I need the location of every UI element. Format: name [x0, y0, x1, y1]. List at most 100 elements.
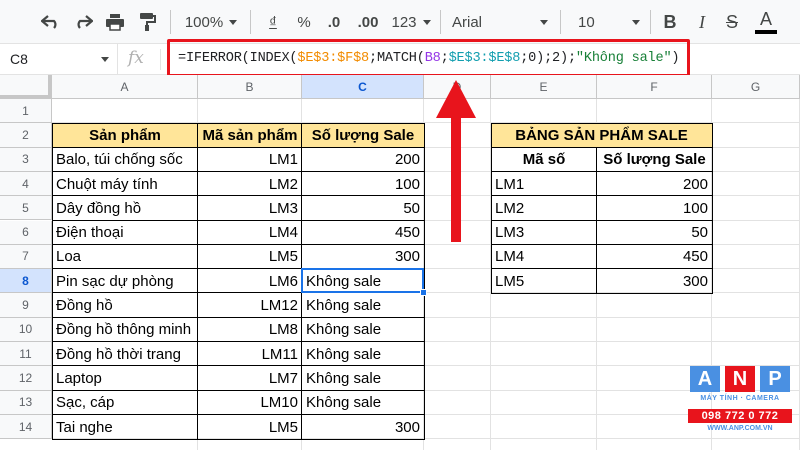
- row-header-7[interactable]: 7: [0, 244, 52, 270]
- italic-button[interactable]: I: [690, 8, 714, 36]
- row-header-5[interactable]: 5: [0, 196, 52, 221]
- row-header-13[interactable]: 13: [0, 390, 52, 415]
- currency-format-button[interactable]: ₫: [262, 8, 284, 36]
- column-header-c[interactable]: C: [302, 75, 424, 99]
- table1-data-cell[interactable]: 100: [302, 172, 424, 196]
- select-all-corner[interactable]: [0, 75, 52, 99]
- table2-data-cell[interactable]: LM3: [491, 221, 597, 245]
- print-icon[interactable]: [102, 8, 128, 36]
- table1-data-cell[interactable]: 200: [302, 148, 424, 172]
- table1-data-cell[interactable]: LM3: [198, 196, 302, 220]
- table1-data-cell[interactable]: LM12: [198, 293, 302, 317]
- fill-handle[interactable]: [420, 289, 427, 297]
- table1-divider: [52, 341, 424, 342]
- table2-data-cell[interactable]: 50: [597, 221, 712, 245]
- table1-data-cell[interactable]: LM1: [198, 148, 302, 172]
- table2-data-cell[interactable]: LM1: [491, 172, 597, 196]
- table2-data-cell[interactable]: LM2: [491, 196, 597, 220]
- table1-data-cell[interactable]: Không sale: [302, 293, 424, 317]
- formula-token: ;: [440, 51, 449, 66]
- table1-divider: [52, 413, 424, 415]
- row-header-9[interactable]: 9: [0, 293, 52, 318]
- zoom-select[interactable]: 100%: [180, 8, 242, 36]
- sheet-grid: ABCDEFG1234567891011121314Sản phẩmMã sản…: [0, 75, 800, 450]
- table1-data-cell[interactable]: Đồng hồ thời trang: [52, 342, 198, 366]
- table1-data-cell[interactable]: 300: [302, 415, 424, 439]
- table2-data-cell[interactable]: LM5: [491, 269, 597, 293]
- decrease-decimal-button[interactable]: .0: [320, 8, 348, 36]
- table1-data-cell[interactable]: LM5: [198, 245, 302, 269]
- table1-data-cell[interactable]: 50: [302, 196, 424, 220]
- table1-data-cell[interactable]: LM11: [198, 342, 302, 366]
- table1-divider: [52, 389, 424, 391]
- table2-data-cell[interactable]: 200: [597, 172, 712, 196]
- column-header-e[interactable]: E: [491, 75, 597, 99]
- toolbar: 100% ₫ % .0 .00 123 Arial 10 B I S A: [0, 0, 800, 44]
- text-color-label: A: [759, 9, 772, 29]
- table1-data-cell[interactable]: Laptop: [52, 366, 198, 390]
- strikethrough-button[interactable]: S: [720, 8, 744, 36]
- more-formats-button[interactable]: 123: [388, 8, 434, 36]
- table1-data-cell[interactable]: Không sale: [302, 318, 424, 342]
- row-header-3[interactable]: 3: [0, 147, 52, 172]
- table1-data-cell[interactable]: LM8: [198, 318, 302, 342]
- table2-header-cell[interactable]: Số lượng Sale: [597, 148, 712, 172]
- table2-divider: [491, 170, 712, 172]
- table2-data-cell[interactable]: LM4: [491, 245, 597, 269]
- undo-icon[interactable]: [38, 8, 64, 36]
- row-header-6[interactable]: 6: [0, 220, 52, 245]
- row-header-2[interactable]: 2: [0, 123, 52, 148]
- row-header-8[interactable]: 8: [0, 269, 52, 294]
- row-header-4[interactable]: 4: [0, 171, 52, 197]
- table1-data-cell[interactable]: 450: [302, 221, 424, 245]
- row-header-11[interactable]: 11: [0, 342, 52, 367]
- table1-header-cell[interactable]: Sản phẩm: [52, 123, 198, 148]
- table1-data-cell[interactable]: LM2: [198, 172, 302, 196]
- table1-data-cell[interactable]: LM10: [198, 391, 302, 415]
- table2-data-cell[interactable]: 300: [597, 269, 712, 293]
- table1-data-cell[interactable]: Đồng hồ: [52, 293, 198, 317]
- row-header-12[interactable]: 12: [0, 366, 52, 391]
- table1-data-cell[interactable]: 300: [302, 245, 424, 269]
- table1-data-cell[interactable]: Dây đồng hồ: [52, 196, 198, 220]
- table1-data-cell[interactable]: Không sale: [302, 366, 424, 390]
- table1-data-cell[interactable]: Tai nghe: [52, 415, 198, 439]
- table1-data-cell[interactable]: Đồng hồ thông minh: [52, 318, 198, 342]
- table1-data-cell[interactable]: Điện thoại: [52, 221, 198, 245]
- increase-decimal-button[interactable]: .00: [352, 8, 384, 36]
- bold-button[interactable]: B: [658, 8, 682, 36]
- table1-header-cell[interactable]: Mã sản phẩm: [198, 123, 302, 148]
- table1-data-cell[interactable]: Loa: [52, 245, 198, 269]
- percent-format-button[interactable]: %: [292, 8, 316, 36]
- table1-data-cell[interactable]: Không sale: [302, 269, 424, 293]
- column-header-b[interactable]: B: [198, 75, 302, 99]
- table1-data-cell[interactable]: LM7: [198, 366, 302, 390]
- table1-data-cell[interactable]: Pin sạc dự phòng: [52, 269, 198, 293]
- table2-data-cell[interactable]: 450: [597, 245, 712, 269]
- table2-header-cell[interactable]: Mã số: [491, 148, 597, 172]
- font-size-select[interactable]: 10: [574, 8, 644, 36]
- row-header-14[interactable]: 14: [0, 414, 52, 440]
- table1-data-cell[interactable]: Balo, túi chống sốc: [52, 148, 198, 172]
- name-box[interactable]: C8: [0, 44, 118, 74]
- table1-data-cell[interactable]: Chuột máy tính: [52, 172, 198, 196]
- table2-data-cell[interactable]: 100: [597, 196, 712, 220]
- table1-header-cell[interactable]: Số lượng Sale: [302, 123, 424, 148]
- font-family-select[interactable]: Arial: [448, 8, 552, 36]
- formula-input[interactable]: =IFERROR(INDEX($E$3:$F$8;MATCH(B8;$E$3:$…: [178, 51, 680, 66]
- paint-format-icon[interactable]: [134, 8, 160, 36]
- column-header-a[interactable]: A: [52, 75, 198, 99]
- table1-data-cell[interactable]: Sạc, cáp: [52, 391, 198, 415]
- table1-data-cell[interactable]: LM6: [198, 269, 302, 293]
- column-header-f[interactable]: F: [597, 75, 712, 99]
- redo-icon[interactable]: [70, 8, 96, 36]
- table1-data-cell[interactable]: Không sale: [302, 342, 424, 366]
- table1-data-cell[interactable]: LM4: [198, 221, 302, 245]
- table1-data-cell[interactable]: LM5: [198, 415, 302, 439]
- column-header-g[interactable]: G: [712, 75, 800, 99]
- text-color-button[interactable]: A: [752, 8, 780, 36]
- row-header-1[interactable]: 1: [0, 99, 52, 124]
- row-header-10[interactable]: 10: [0, 317, 52, 342]
- formula-token: "Không sale": [575, 51, 672, 66]
- table1-data-cell[interactable]: Không sale: [302, 391, 424, 415]
